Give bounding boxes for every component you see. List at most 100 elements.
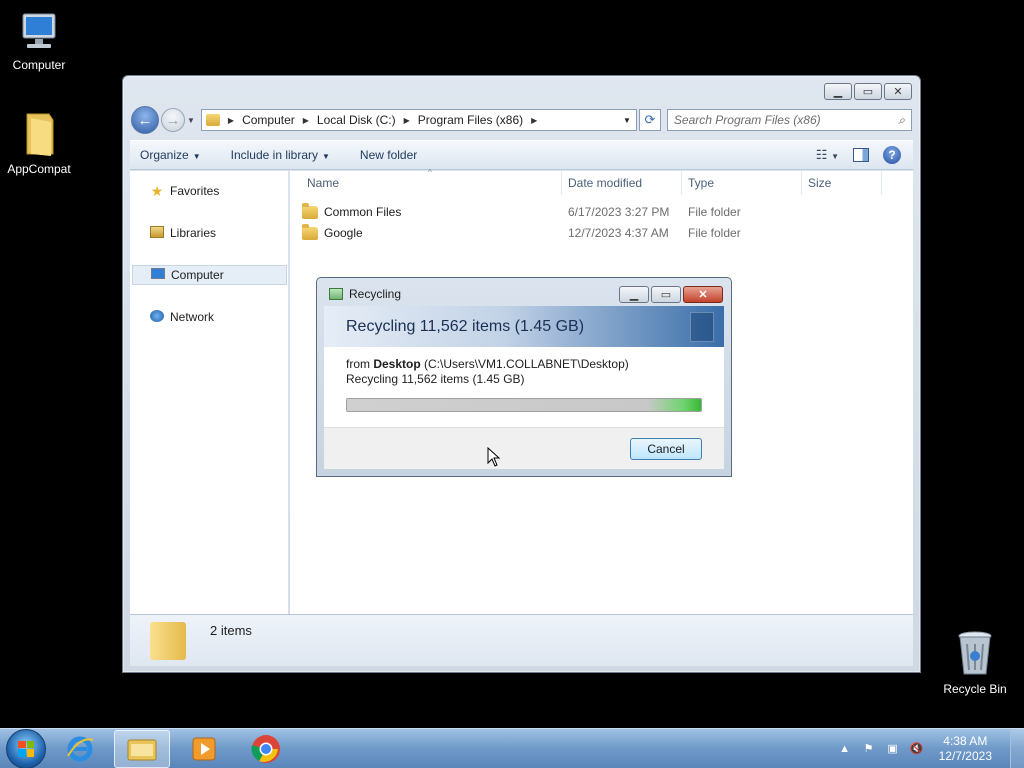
- column-header-type[interactable]: Type: [688, 176, 714, 190]
- help-icon[interactable]: ?: [883, 146, 901, 164]
- status-line: Recycling 11,562 items (1.45 GB): [346, 372, 525, 386]
- address-row: ← → ▼ ▶ Computer ▶ Local Disk (C:) ▶ Pro…: [131, 106, 912, 134]
- dialog-heading: Recycling 11,562 items (1.45 GB): [346, 317, 585, 335]
- breadcrumb-local-disk[interactable]: Local Disk (C:): [317, 113, 396, 127]
- taskbar-internet-explorer[interactable]: [52, 730, 108, 768]
- chrome-icon: [251, 734, 280, 763]
- taskbar-chrome[interactable]: [238, 730, 294, 768]
- navigation-pane: ★ Favorites Libraries Computer Network: [130, 171, 289, 614]
- sort-arrow-icon: ^: [428, 168, 432, 177]
- folder-icon: [205, 114, 220, 126]
- forward-button[interactable]: →: [161, 108, 185, 132]
- view-controls: ☷ ▼ ?: [816, 146, 901, 164]
- nav-item-network[interactable]: Network: [132, 307, 287, 327]
- file-date: 6/17/2023 3:27 PM: [568, 205, 670, 219]
- command-bar: Organize ▼ Include in library ▼ New folder…: [130, 140, 913, 170]
- search-placeholder: Search Program Files (x86): [673, 113, 821, 127]
- file-type: File folder: [688, 205, 741, 219]
- action-center-icon[interactable]: ⚑: [861, 741, 877, 757]
- recycle-bin-icon: [958, 631, 992, 675]
- nav-item-favorites[interactable]: ★ Favorites: [132, 181, 287, 201]
- file-name: Google: [324, 226, 363, 240]
- new-folder-label: New folder: [359, 148, 418, 162]
- dialog-header: Recycling 11,562 items (1.45 GB): [324, 306, 724, 347]
- address-dropdown-icon[interactable]: ▼: [623, 116, 631, 125]
- cancel-button[interactable]: Cancel: [630, 438, 702, 460]
- back-button[interactable]: ←: [131, 106, 159, 134]
- column-header-name[interactable]: Name: [307, 176, 339, 190]
- dialog-body: from Desktop (C:\Users\VM1.COLLABNET\Des…: [324, 347, 724, 427]
- desktop-icon-appcompat[interactable]: AppCompat: [0, 110, 78, 176]
- desktop-icon-label: Computer: [12, 58, 66, 72]
- desktop-icon-computer[interactable]: Computer: [0, 10, 78, 72]
- file-name: Common Files: [324, 205, 402, 219]
- details-pane: 2 items: [130, 614, 913, 666]
- breadcrumb-computer[interactable]: Computer: [242, 113, 295, 127]
- table-row[interactable]: Google 12/7/2023 4:37 AM File folder: [302, 223, 741, 243]
- breadcrumb-program-files[interactable]: Program Files (x86): [418, 113, 523, 127]
- desktop-icon-label: Recycle Bin: [943, 682, 1007, 696]
- change-view-icon[interactable]: ☷ ▼: [816, 147, 839, 163]
- history-dropdown-icon[interactable]: ▼: [187, 116, 195, 125]
- volume-muted-icon[interactable]: 🔇: [909, 741, 925, 757]
- desktop-icon-label: AppCompat: [7, 162, 71, 176]
- breadcrumb-separator-icon[interactable]: ▶: [228, 116, 234, 125]
- source-line: from Desktop (C:\Users\VM1.COLLABNET\Des…: [346, 357, 702, 372]
- header-decoration: [690, 312, 714, 342]
- computer-icon: [149, 268, 167, 282]
- maximize-button[interactable]: ▭: [651, 286, 681, 303]
- show-hidden-icons-icon[interactable]: ▲: [837, 741, 853, 757]
- progress-bar: [346, 398, 702, 412]
- nav-item-label: Network: [170, 310, 215, 324]
- computer-icon: [22, 13, 56, 48]
- file-type: File folder: [688, 226, 741, 240]
- new-folder-button[interactable]: New folder: [360, 148, 417, 162]
- folder-icon: [127, 739, 157, 760]
- system-tray: ▲ ⚑ ▣ 🔇 4:38 AM 12/7/2023: [837, 728, 1024, 768]
- taskbar: ▲ ⚑ ▣ 🔇 4:38 AM 12/7/2023: [0, 728, 1024, 768]
- libraries-icon: [148, 225, 166, 241]
- window-controls: ▁ ▭ ✕: [824, 83, 912, 100]
- maximize-button[interactable]: ▭: [854, 83, 882, 100]
- include-in-library-menu[interactable]: Include in library ▼: [231, 148, 330, 162]
- breadcrumb-separator-icon[interactable]: ▶: [303, 116, 309, 125]
- start-button[interactable]: [6, 728, 46, 768]
- close-button[interactable]: ✕: [683, 286, 723, 303]
- taskbar-windows-explorer[interactable]: [114, 729, 170, 768]
- source-path: (C:\Users\VM1.COLLABNET\Desktop): [420, 357, 629, 371]
- breadcrumb-separator-icon[interactable]: ▶: [531, 116, 537, 125]
- dialog-title-bar: Recycling: [329, 287, 401, 301]
- folder-icon: [302, 223, 318, 240]
- taskbar-media-player[interactable]: [176, 730, 232, 768]
- nav-item-libraries[interactable]: Libraries: [132, 223, 287, 243]
- windows-logo-icon: [18, 740, 34, 757]
- include-in-library-label: Include in library: [230, 148, 318, 162]
- address-bar[interactable]: ▶ Computer ▶ Local Disk (C:) ▶ Program F…: [200, 109, 637, 131]
- network-icon[interactable]: ▣: [885, 741, 901, 757]
- refresh-button[interactable]: ⟳: [638, 109, 661, 131]
- close-button[interactable]: ✕: [884, 83, 912, 100]
- item-count: 2 items: [210, 623, 252, 638]
- desktop-icon-recycle-bin[interactable]: Recycle Bin: [936, 630, 1014, 696]
- search-input[interactable]: Search Program Files (x86) ⌕: [666, 109, 912, 131]
- source-name: Desktop: [373, 357, 421, 371]
- minimize-button[interactable]: ▁: [824, 83, 852, 100]
- column-header-size[interactable]: Size: [808, 176, 831, 190]
- search-icon: ⌕: [898, 112, 905, 127]
- dialog-title: Recycling: [349, 287, 402, 301]
- clock[interactable]: 4:38 AM 12/7/2023: [939, 734, 992, 764]
- organize-label: Organize: [140, 148, 189, 162]
- chevron-down-icon: ▼: [322, 152, 330, 161]
- file-date: 12/7/2023 4:37 AM: [568, 226, 669, 240]
- mouse-cursor-icon: [487, 447, 501, 467]
- organize-menu[interactable]: Organize ▼: [140, 148, 201, 162]
- nav-item-label: Libraries: [170, 226, 217, 240]
- table-row[interactable]: Common Files 6/17/2023 3:27 PM File fold…: [302, 202, 741, 222]
- nav-item-computer[interactable]: Computer: [132, 265, 287, 285]
- breadcrumb-separator-icon[interactable]: ▶: [404, 116, 410, 125]
- preview-pane-icon[interactable]: [853, 148, 869, 162]
- show-desktop-button[interactable]: [1010, 728, 1024, 768]
- minimize-button[interactable]: ▁: [619, 286, 649, 303]
- column-headers: Name ^ Date modified Type Size: [290, 168, 913, 195]
- column-header-date-modified[interactable]: Date modified: [568, 176, 642, 190]
